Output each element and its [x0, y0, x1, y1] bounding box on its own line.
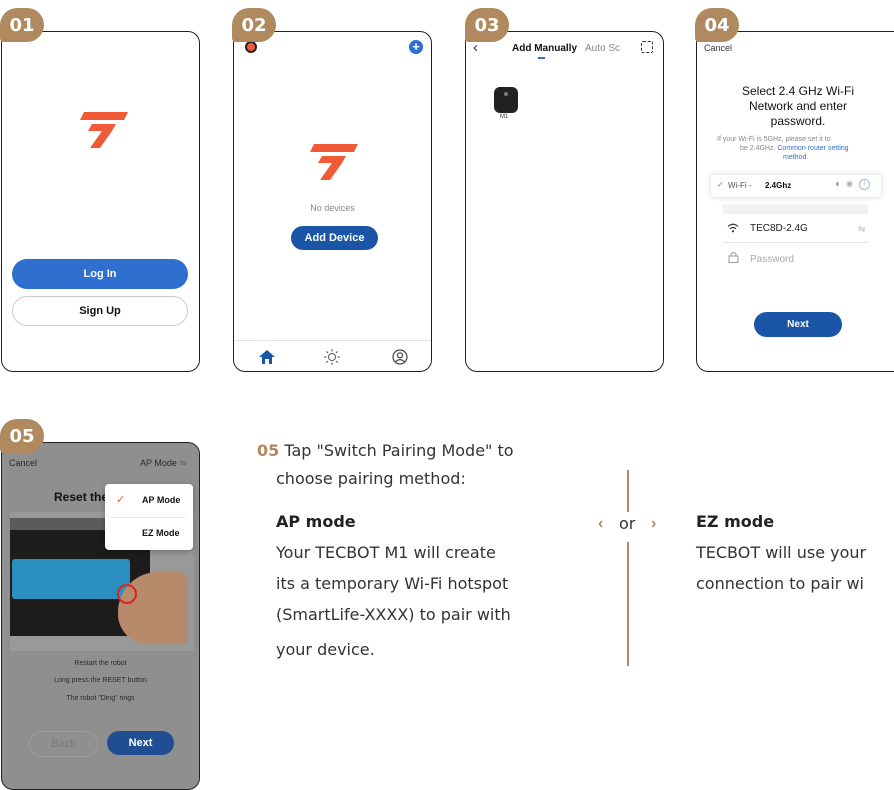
- reset-button-highlight: [117, 584, 137, 604]
- menu-item-ap-mode[interactable]: AP Mode: [142, 495, 180, 505]
- divider-bottom: [627, 542, 629, 666]
- info-icon[interactable]: i: [859, 179, 870, 190]
- mode-switch-label: AP Mode: [140, 458, 177, 468]
- switch-network-icon[interactable]: ⇋: [858, 224, 866, 235]
- tecbot-logo: [80, 112, 128, 148]
- chevron-right-icon: ›: [651, 515, 657, 532]
- ez-mode-title: EZ mode: [696, 512, 775, 531]
- login-button[interactable]: Log In: [12, 259, 188, 289]
- add-icon[interactable]: +: [409, 40, 423, 54]
- add-device-button[interactable]: Add Device: [291, 226, 378, 250]
- menu-item-ez-mode[interactable]: EZ Mode: [142, 528, 180, 538]
- ez-mode-line1: TECBOT will use your: [696, 543, 867, 562]
- switch-icon: ⇋: [179, 458, 187, 468]
- instruction-1: Restart the robot: [74, 660, 127, 667]
- instruction-2: Long press the RESET button: [54, 677, 147, 684]
- tecbot-logo: [310, 144, 358, 180]
- wifi-small-icon: ◉: [846, 179, 853, 188]
- check-icon: ✓: [717, 180, 724, 189]
- wifi-title-line3: password.: [770, 114, 826, 128]
- or-label: or: [619, 514, 636, 533]
- phone-screen-add-device: ‹ Add Manually Auto Sc M1: [465, 31, 664, 372]
- cancel-link[interactable]: Cancel: [9, 458, 37, 468]
- wifi-title-line2: Network and enter: [748, 99, 848, 113]
- step-badge-03: 03: [465, 8, 509, 42]
- step-number: 05: [257, 441, 280, 460]
- check-icon: ✓: [116, 494, 126, 506]
- next-button[interactable]: Next: [754, 312, 842, 337]
- blurred-row: [723, 204, 868, 214]
- instruction-heading: 05 Tap "Switch Pairing Mode" to: [257, 441, 514, 460]
- signup-button[interactable]: Sign Up: [12, 296, 188, 326]
- sun-icon[interactable]: [324, 349, 340, 365]
- step-badge-02: 02: [232, 8, 276, 42]
- wifi-band-card: ✓ Wi-Fi - 2.4Ghz ◉ i: [711, 175, 881, 197]
- tab-bar: [234, 340, 431, 341]
- robot-icon: [504, 92, 508, 96]
- profile-icon[interactable]: [392, 349, 408, 365]
- router-help-link[interactable]: Common router setting: [777, 145, 848, 152]
- wifi-note-text: be 2.4GHz.: [740, 145, 776, 152]
- lock-icon: [728, 252, 739, 263]
- mode-switch[interactable]: AP Mode ⇋: [140, 458, 187, 469]
- router-help-link-line2[interactable]: method: [783, 154, 806, 161]
- instruction-line1: Tap "Switch Pairing Mode" to: [284, 441, 514, 460]
- back-button[interactable]: Back: [29, 731, 98, 757]
- robot-roller: [12, 559, 130, 599]
- step-badge-04: 04: [695, 8, 739, 42]
- menu-divider: [111, 517, 187, 518]
- ssid-value[interactable]: TEC8D-2.4G: [750, 223, 808, 234]
- wifi-note-line2: be 2.4GHz. Common router setting: [740, 145, 849, 152]
- home-icon[interactable]: [259, 350, 275, 364]
- ez-mode-line2: connection to pair wi: [696, 574, 864, 593]
- chevron-left-icon: ‹: [598, 515, 604, 532]
- scan-icon[interactable]: [641, 41, 653, 53]
- step-badge-01: 01: [0, 8, 44, 42]
- wifi-icon: [727, 223, 739, 233]
- reset-title: Reset the: [54, 490, 109, 504]
- divider-top: [627, 470, 629, 512]
- avatar-icon[interactable]: [245, 41, 257, 53]
- device-label: M1: [500, 114, 509, 120]
- tab-indicator: [538, 57, 545, 59]
- ap-mode-line2: its a temporary Wi-Fi hotspot: [276, 574, 509, 593]
- wifi-note-line1: If your Wi-Fi is 5GHz, please set it to: [717, 136, 831, 143]
- phone-screen-wifi: Cancel Select 2.4 GHz Wi-Fi Network and …: [696, 31, 894, 372]
- lock-icon: [836, 182, 839, 186]
- ap-mode-line3: (SmartLife-XXXX) to pair with: [276, 605, 511, 624]
- wifi-band-value: 2.4Ghz: [765, 181, 792, 190]
- device-tile-m1[interactable]: [494, 87, 518, 113]
- instruction-3: The robot "Ding" rings: [66, 695, 135, 702]
- wifi-title-line1: Select 2.4 GHz Wi-Fi: [741, 84, 855, 98]
- ap-mode-line1: Your TECBOT M1 will create: [276, 543, 496, 562]
- instruction-line2: choose pairing method:: [276, 469, 466, 488]
- tab-auto-scan[interactable]: Auto Sc: [585, 43, 620, 54]
- ap-mode-title: AP mode: [276, 512, 356, 531]
- password-input[interactable]: Password: [750, 254, 794, 265]
- cancel-link[interactable]: Cancel: [704, 43, 732, 53]
- ssid-divider: [723, 242, 868, 243]
- phone-screen-login: Log In Sign Up: [1, 31, 200, 372]
- tab-add-manually[interactable]: Add Manually: [512, 43, 577, 54]
- phone-screen-reset: Cancel AP Mode ⇋ Reset the ✓ AP Mode EZ …: [1, 442, 200, 790]
- phone-screen-home: + No devices Add Device: [233, 31, 432, 372]
- mode-dropdown: ✓ AP Mode EZ Mode: [105, 484, 193, 550]
- ap-mode-line4: your device.: [276, 640, 375, 659]
- next-button[interactable]: Next: [107, 731, 174, 755]
- no-devices-text: No devices: [310, 203, 355, 213]
- wifi-band-prefix: Wi-Fi -: [728, 181, 752, 190]
- step-badge-05: 05: [0, 419, 44, 453]
